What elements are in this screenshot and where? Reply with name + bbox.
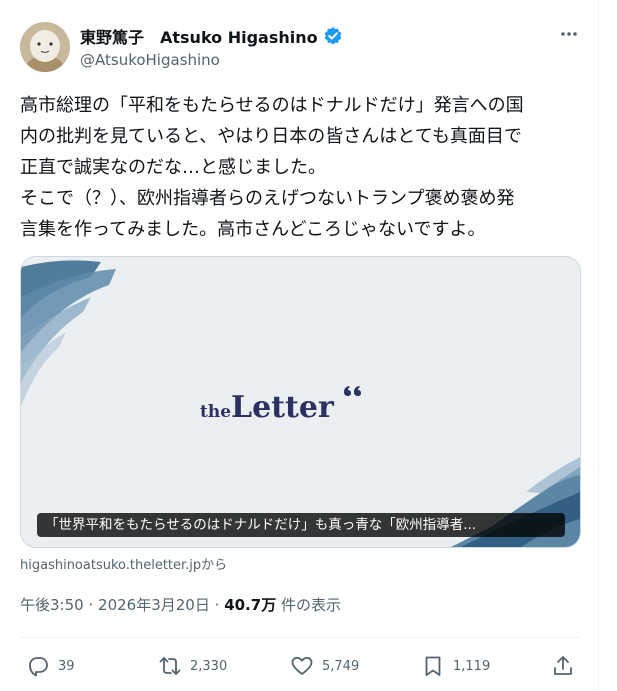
logo-main: Letter (231, 390, 335, 425)
verified-badge-icon (323, 26, 343, 46)
timeline-border (598, 0, 599, 691)
like-button[interactable]: 5,749 (290, 654, 359, 678)
tweet-meta: 午後3:50 · 2026年3月20日 · 40.7万 件の表示 (20, 594, 341, 615)
share-button[interactable] (551, 654, 575, 678)
divider (20, 637, 580, 638)
tweet-line: 正直で誠実なのだな…と感じました。 (20, 157, 326, 178)
author-display-name[interactable]: 東野篤子 Atsuko Higashino (80, 24, 318, 48)
bookmark-button[interactable]: 1,119 (421, 654, 490, 678)
reply-count: 39 (58, 658, 75, 674)
meta-separator: · (88, 596, 94, 614)
bookmark-icon (425, 656, 441, 676)
bookmark-count: 1,119 (453, 658, 491, 674)
tweet-line: 内の批判を見ていると、やはり日本の皆さんはとても真面目で (20, 126, 522, 147)
more-icon[interactable] (554, 24, 584, 44)
logo-prefix: the (200, 402, 231, 422)
author-handle[interactable]: @AtsukoHigashino (80, 51, 220, 69)
tweet-line: そこで（？）、欧州指導者らのえげつないトランプ褒め褒め発 (20, 188, 515, 209)
tweet-line: 高市総理の「平和をもたらせるのはドナルドだけ」発言への国 (20, 95, 524, 116)
meta-separator: · (214, 596, 220, 614)
reply-button[interactable]: 39 (26, 654, 75, 678)
card-title: 「世界平和をもたらせるのはドナルドだけ」も真っ青な「欧州指導者... (37, 513, 565, 537)
reply-icon (29, 657, 48, 677)
card-source-link[interactable]: higashinoatsuko.theletter.jpから (20, 554, 227, 573)
repost-icon (159, 657, 181, 675)
repost-button[interactable]: 2,330 (158, 654, 227, 678)
view-count: 40.7万 (224, 596, 277, 614)
tweet-text: 高市総理の「平和をもたらせるのはドナルドだけ」発言への国 内の批判を見ていると、… (20, 90, 590, 245)
repost-count: 2,330 (190, 658, 228, 674)
avatar[interactable] (20, 22, 70, 72)
tweet-line: 言集を作ってみました。高市さんどころじゃないですよ。 (20, 219, 486, 240)
tweet-time[interactable]: 午後3:50 (20, 596, 84, 614)
author-name[interactable]: 東野篤子 Atsuko Higashino (80, 24, 343, 48)
tweet-date[interactable]: 2026年3月20日 (98, 596, 210, 614)
like-count: 5,749 (322, 658, 360, 674)
like-icon (291, 656, 313, 675)
share-icon (554, 656, 572, 675)
theletter-logo: the Letter (200, 386, 361, 425)
view-count-label: 件の表示 (280, 596, 341, 614)
